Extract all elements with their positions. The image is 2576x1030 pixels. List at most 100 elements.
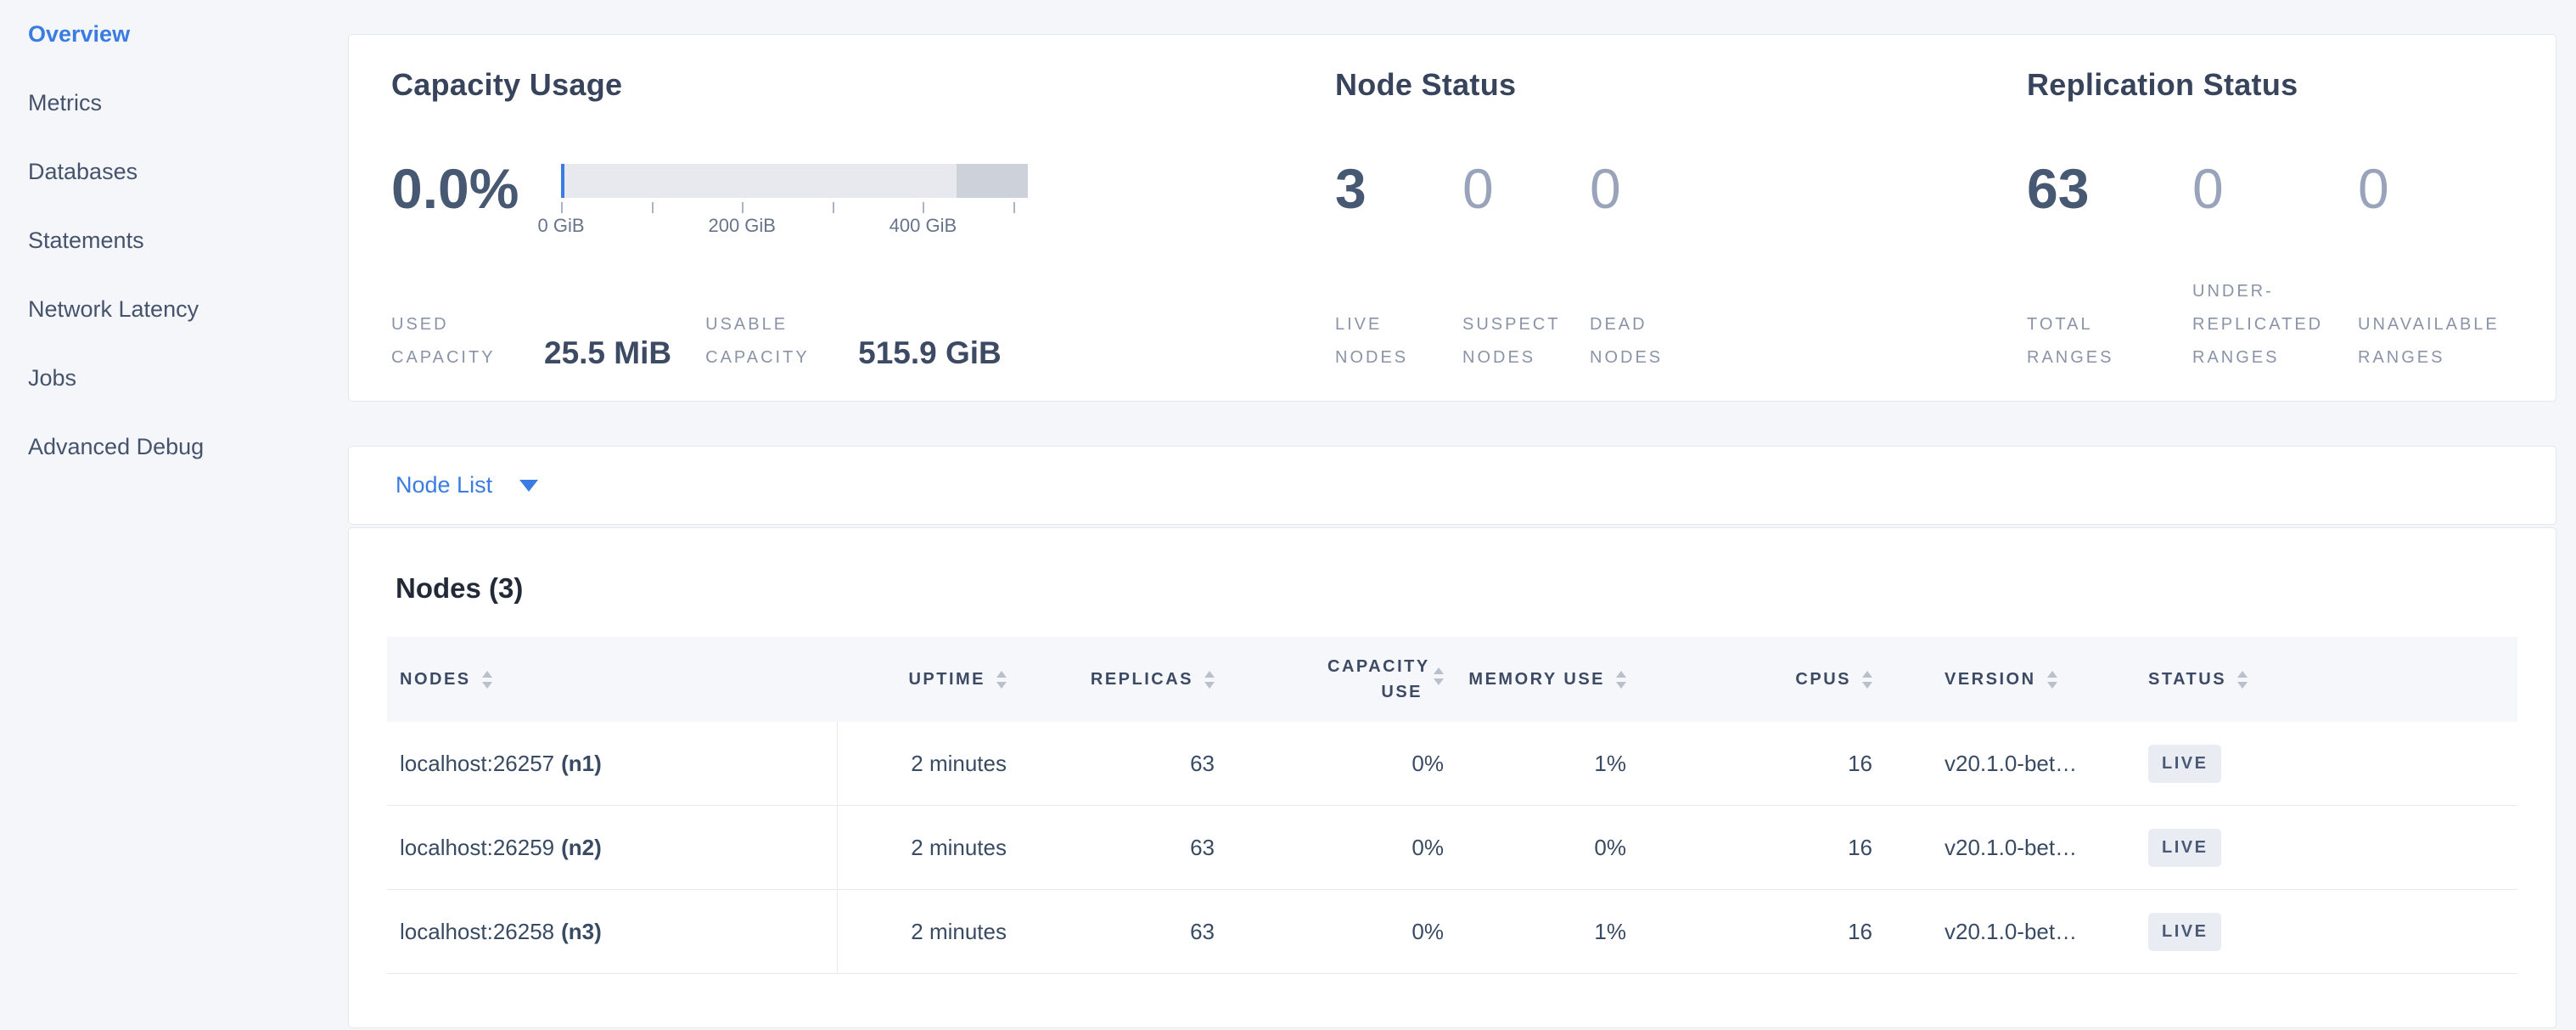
column-header-status[interactable]: STATUS (2131, 670, 2326, 689)
node-list-dropdown[interactable]: Node List (396, 472, 538, 498)
table-row: localhost:26259 (n2) 2 minutes 63 0% 0% … (387, 806, 2517, 890)
used-capacity-label: USED CAPACITY (391, 308, 527, 374)
sort-arrows-icon (2047, 671, 2057, 689)
sort-arrows-icon (996, 671, 1007, 689)
node-address: localhost:26257 (400, 751, 554, 777)
sort-arrows-icon (1862, 671, 1872, 689)
nodes-table-title: Nodes (3) (349, 528, 2556, 605)
capacity-bar (561, 164, 1028, 198)
column-header-replicas-label: REPLICAS (1091, 670, 1193, 689)
dead-nodes-count: 0 (1590, 159, 1717, 219)
node-address: localhost:26258 (400, 919, 554, 945)
memory-use-cell: 1% (1456, 890, 1639, 973)
node-address-link[interactable]: localhost:26257 (n1) (387, 722, 837, 805)
column-header-nodes-label: NODES (400, 670, 471, 689)
status-badge: LIVE (2148, 745, 2221, 783)
column-header-uptime-label: UPTIME (908, 670, 985, 689)
column-header-replicas[interactable]: REPLICAS (1019, 670, 1227, 689)
capacity-use-cell: 0% (1227, 890, 1456, 973)
sort-arrows-icon (1204, 671, 1215, 689)
column-header-capacity-use-label: CAPACITY USE (1327, 654, 1423, 705)
column-header-version-label: VERSION (1945, 670, 2036, 689)
axis-tick-label: 0 GiB (537, 215, 584, 237)
axis-tick (742, 202, 744, 213)
version-cell: v20.1.0-bet… (1885, 806, 2131, 889)
sidebar-item-overview[interactable]: Overview (28, 0, 348, 69)
capacity-axis-ticks (561, 198, 1028, 213)
status-cell: LIVE (2131, 722, 2326, 805)
memory-use-cell: 1% (1456, 722, 1639, 805)
cluster-summary-card: Capacity Usage 0.0% 0 GiB200 GiB400 GiB … (348, 34, 2556, 402)
axis-tick-label: 200 GiB (708, 215, 776, 237)
nodes-table: NODES UPTIME REPLICAS CAPACITY USE MEMOR… (387, 637, 2517, 974)
node-name: (n2) (561, 835, 602, 861)
sidebar-item-metrics[interactable]: Metrics (28, 69, 348, 138)
unavailable-ranges-count: 0 (2358, 159, 2523, 219)
usable-capacity-value: 515.9 GiB (858, 335, 1002, 371)
node-status-title: Node Status (1335, 67, 1516, 103)
capacity-gauge: 0 GiB200 GiB400 GiB (561, 159, 1028, 235)
usable-capacity-label: USABLE CAPACITY (705, 308, 841, 374)
sidebar-item-advanced-debug[interactable]: Advanced Debug (28, 413, 348, 481)
replicas-cell: 63 (1019, 806, 1227, 889)
axis-tick (561, 202, 563, 213)
sidebar-item-databases[interactable]: Databases (28, 138, 348, 206)
live-nodes-label: LIVE NODES (1335, 308, 1462, 374)
nodes-table-card: Nodes (3) NODES UPTIME REPLICAS CAPACITY… (348, 527, 2556, 1028)
sidebar-item-jobs[interactable]: Jobs (28, 344, 348, 413)
total-ranges-count: 63 (2027, 159, 2192, 219)
dead-nodes-label: DEAD NODES (1590, 308, 1717, 374)
capacity-stats-row: USED CAPACITY 25.5 MiB USABLE CAPACITY 5… (391, 290, 1035, 374)
sort-arrows-icon (2237, 671, 2248, 689)
table-row: localhost:26258 (n3) 2 minutes 63 0% 1% … (387, 890, 2517, 974)
caret-down-icon (519, 480, 538, 492)
uptime-cell: 2 minutes (837, 806, 1019, 889)
column-header-uptime[interactable]: UPTIME (837, 670, 1019, 689)
replication-numbers: 63 0 0 (2027, 159, 2523, 219)
suspect-nodes-label: SUSPECT NODES (1462, 308, 1590, 374)
sort-arrows-icon (482, 671, 492, 689)
overview-page: Overview Metrics Databases Statements Ne… (0, 0, 2576, 1030)
uptime-cell: 2 minutes (837, 722, 1019, 805)
column-header-memory-use[interactable]: MEMORY USE (1456, 670, 1639, 689)
column-header-nodes[interactable]: NODES (387, 670, 837, 689)
column-header-version[interactable]: VERSION (1885, 670, 2131, 689)
under-replicated-ranges-label: UNDER-REPLICATED RANGES (2192, 275, 2358, 374)
unavailable-ranges-label: UNAVAILABLE RANGES (2358, 308, 2523, 374)
column-header-status-label: STATUS (2148, 670, 2226, 689)
uptime-cell: 2 minutes (837, 890, 1019, 973)
memory-use-cell: 0% (1456, 806, 1639, 889)
sidebar-item-network-latency[interactable]: Network Latency (28, 275, 348, 344)
capacity-use-cell: 0% (1227, 722, 1456, 805)
axis-tick (652, 202, 654, 213)
capacity-used-percent: 0.0% (391, 159, 553, 219)
view-selector-card: Node List (348, 446, 2556, 525)
node-name: (n3) (561, 919, 602, 945)
capacity-use-cell: 0% (1227, 806, 1456, 889)
capacity-bar-segment-other (957, 164, 1028, 198)
node-address-link[interactable]: localhost:26259 (n2) (387, 806, 837, 889)
cpus-cell: 16 (1639, 722, 1885, 805)
node-status-labels: LIVE NODES SUSPECT NODES DEAD NODES (1335, 290, 1717, 374)
status-cell: LIVE (2131, 806, 2326, 889)
node-list-dropdown-label: Node List (396, 472, 492, 498)
capacity-usage-title: Capacity Usage (391, 67, 622, 103)
table-row: localhost:26257 (n1) 2 minutes 63 0% 1% … (387, 722, 2517, 806)
capacity-axis-labels: 0 GiB200 GiB400 GiB (561, 213, 1028, 235)
node-address-link[interactable]: localhost:26258 (n3) (387, 890, 837, 973)
node-status-numbers: 3 0 0 (1335, 159, 1717, 219)
suspect-nodes-count: 0 (1462, 159, 1590, 219)
replicas-cell: 63 (1019, 890, 1227, 973)
live-nodes-count: 3 (1335, 159, 1462, 219)
replicas-cell: 63 (1019, 722, 1227, 805)
version-cell: v20.1.0-bet… (1885, 722, 2131, 805)
column-header-cpus[interactable]: CPUS (1639, 670, 1885, 689)
capacity-gauge-row: 0.0% 0 GiB200 GiB400 GiB (391, 159, 1028, 235)
under-replicated-ranges-count: 0 (2192, 159, 2358, 219)
sidebar-nav-list: Overview Metrics Databases Statements Ne… (0, 0, 348, 481)
replication-labels: TOTAL RANGES UNDER-REPLICATED RANGES UNA… (2027, 290, 2523, 374)
column-header-capacity-use[interactable]: CAPACITY USE (1227, 654, 1456, 705)
cpus-cell: 16 (1639, 806, 1885, 889)
used-capacity-value: 25.5 MiB (544, 335, 671, 371)
sidebar-item-statements[interactable]: Statements (28, 206, 348, 275)
